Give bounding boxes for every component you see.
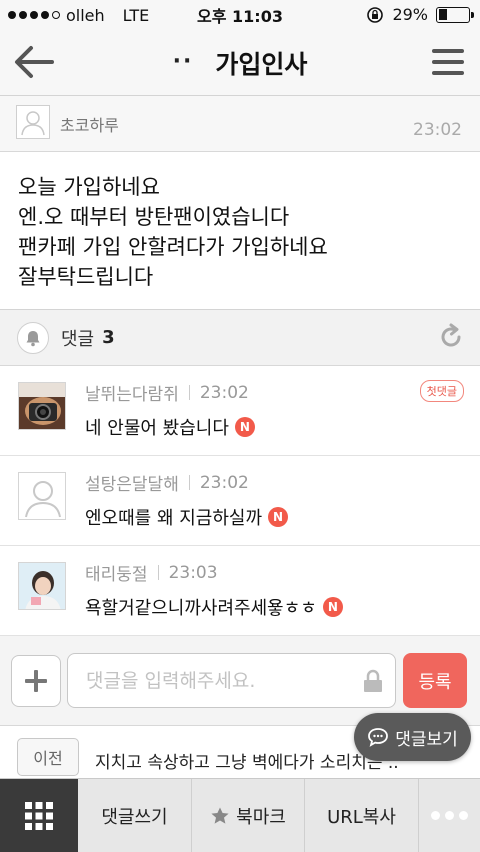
commenter-name[interactable]: 날뛰는다람쥐 [85, 380, 179, 405]
comment-text: 욕할거같으니까사려주세욯ㅎㅎ [85, 598, 317, 619]
view-comments-button[interactable]: 댓글보기 [354, 713, 471, 761]
more-options-button[interactable] [419, 779, 479, 852]
copy-url-label: URL복사 [327, 806, 396, 828]
plus-icon [25, 670, 47, 692]
speech-bubble-icon [368, 728, 389, 747]
signal-strength-icon [8, 11, 60, 19]
comments-header: 댓글 3 [0, 310, 480, 366]
post-line: 잘부탁드립니다 [18, 265, 154, 289]
bell-icon [26, 330, 40, 346]
comments-count: 3 [102, 327, 115, 348]
comment-time: 23:03 [168, 562, 218, 583]
notification-toggle[interactable] [17, 321, 49, 354]
apps-grid-button[interactable] [0, 778, 78, 852]
more-dot-icon [444, 811, 454, 820]
write-comment-button[interactable]: 댓글쓰기 [78, 779, 191, 852]
more-dot-icon [430, 811, 440, 820]
post-line: 팬카페 가입 안할려다가 가입하네요 [18, 235, 328, 259]
write-comment-label: 댓글쓰기 [101, 806, 168, 828]
status-bar: olleh LTE 오후 11:03 29% [0, 0, 480, 30]
commenter-name[interactable]: 설탕은달달해 [85, 470, 179, 495]
menu-button[interactable] [430, 46, 466, 78]
comment-item: 날뛰는다람쥐 23:02 첫댓글 네 안물어 봤습니다 N [0, 366, 480, 456]
post-line: 엔.오 때부터 방탄팬이였습니다 [18, 205, 290, 229]
commenter-avatar[interactable] [18, 562, 66, 610]
hamburger-menu-icon [432, 49, 464, 75]
comment-text: 네 안물어 봤습니다 [85, 418, 229, 439]
default-avatar-icon [21, 111, 45, 136]
more-dot-icon [458, 811, 468, 820]
bottom-toolbar: 댓글쓰기 북마크 URL복사 [0, 778, 480, 852]
author-avatar[interactable] [16, 105, 50, 139]
carrier-name: olleh [66, 5, 105, 25]
comment-meta: 설탕은달달해 23:02 [85, 470, 249, 496]
refresh-button[interactable] [436, 322, 466, 352]
page-title: 가입인사 [215, 50, 308, 79]
comment-text-row: 네 안물어 봤습니다 N [85, 414, 255, 440]
star-icon [211, 807, 229, 824]
comment-meta: 날뛰는다람쥐 23:02 [85, 380, 249, 406]
previous-post-button[interactable]: 이전 [17, 738, 79, 776]
comment-text: 엔오때를 왜 지금하실까 [85, 508, 263, 529]
copy-url-button[interactable]: URL복사 [305, 779, 418, 852]
comments-label: 댓글 [61, 328, 95, 350]
bookmark-label: 북마크 [236, 806, 286, 828]
comment-time: 23:02 [199, 382, 249, 403]
commenter-avatar[interactable] [18, 472, 66, 520]
submit-comment-button[interactable]: 등록 [403, 653, 467, 708]
attach-button[interactable] [11, 655, 61, 707]
title-dots: ·· [172, 48, 194, 74]
post-header: 초코하루 23:02 [0, 96, 480, 152]
bookmark-button[interactable]: 북마크 [192, 779, 304, 852]
commenter-avatar[interactable] [18, 382, 66, 430]
comment-text-row: 욕할거같으니까사려주세욯ㅎㅎ N [85, 594, 343, 620]
person-photo-avatar-icon [19, 563, 65, 609]
post-line: 오늘 가입하네요 [18, 175, 160, 199]
view-comments-label: 댓글보기 [395, 729, 458, 750]
comment-input[interactable] [67, 653, 396, 708]
title-bar: ·· 가입인사 [0, 30, 480, 96]
refresh-icon [441, 323, 461, 347]
comment-meta: 태리둥절 23:03 [85, 560, 218, 586]
network-type: LTE [122, 5, 150, 25]
comment-text-row: 엔오때를 왜 지금하실까 N [85, 504, 289, 530]
first-comment-badge: 첫댓글 [419, 380, 464, 402]
grid-icon [25, 801, 53, 830]
commenter-name[interactable]: 태리둥절 [85, 560, 148, 585]
lock-icon[interactable] [362, 669, 384, 693]
post-content: 오늘 가입하네요 엔.오 때부터 방탄팬이였습니다 팬카페 가입 안할려다가 가… [0, 152, 480, 310]
new-badge: N [322, 597, 343, 617]
comment-time: 23:02 [199, 472, 249, 493]
comment-item: 설탕은달달해 23:02 엔오때를 왜 지금하실까 N [0, 456, 480, 546]
rotation-lock-icon [367, 6, 384, 23]
comment-item: 태리둥절 23:03 욕할거같으니까사려주세욯ㅎㅎ N [0, 546, 480, 636]
post-time: 23:02 [413, 120, 462, 140]
new-badge: N [268, 507, 289, 527]
default-avatar-icon [25, 481, 61, 518]
battery-percent: 29% [392, 5, 428, 24]
camera-photo-avatar-icon [19, 383, 65, 429]
battery-icon [436, 6, 474, 23]
post-author[interactable]: 초코하루 [60, 112, 119, 136]
new-badge: N [234, 417, 255, 437]
